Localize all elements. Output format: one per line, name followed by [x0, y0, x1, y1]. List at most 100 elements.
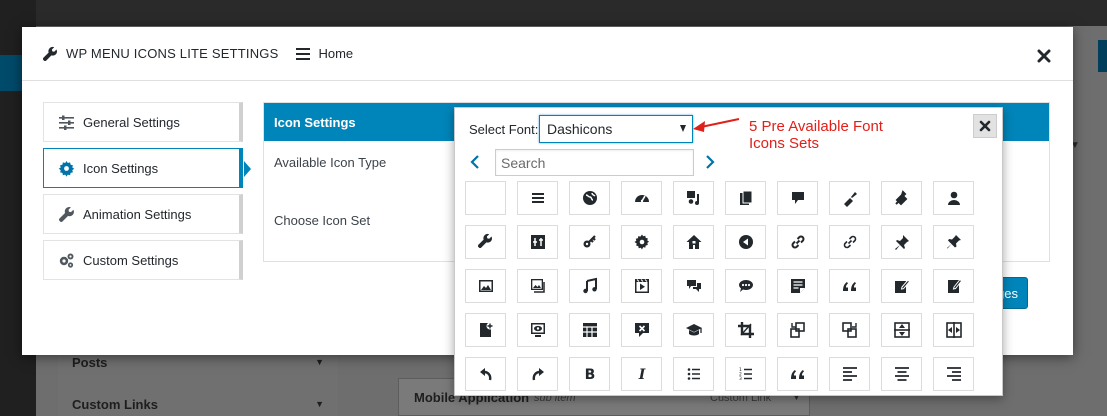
picker-close-button[interactable]: [973, 114, 997, 138]
icon-cell-edit-page[interactable]: [933, 269, 974, 303]
editor-alignright-icon: [946, 367, 961, 381]
chevron-left-icon[interactable]: [469, 154, 481, 170]
editor-italic-icon: I: [637, 367, 645, 383]
svg-text:B: B: [584, 367, 595, 383]
modal-header: WP MENU ICONS LITE SETTINGS Home: [22, 27, 1073, 81]
icon-cell-format-aside[interactable]: [777, 269, 818, 303]
image-flip-horizontal-icon: [945, 322, 962, 338]
tab-custom-settings[interactable]: Custom Settings: [43, 240, 243, 280]
icon-cell-image-flip-vertical[interactable]: [881, 313, 922, 347]
icon-cell-admin-home[interactable]: [673, 225, 714, 259]
wrench-icon: [42, 46, 57, 61]
format-video-icon: [634, 279, 649, 293]
icon-cell-editor-bold[interactable]: B: [569, 357, 610, 391]
gears-icon: [59, 253, 74, 268]
icon-cell-admin-site[interactable]: [569, 181, 610, 215]
font-select[interactable]: Dashicons: [539, 115, 693, 143]
pin-icon: [946, 235, 961, 249]
icon-cell-editor-italic[interactable]: I: [621, 357, 662, 391]
icon-cell-editor-aligncenter[interactable]: [881, 357, 922, 391]
icon-cell-editor-ul[interactable]: [673, 357, 714, 391]
welcome-widgets-icon: [582, 323, 597, 337]
icon-picker-popup: Select Font: Dashicons B I 123: [454, 107, 1003, 396]
icon-cell-menu[interactable]: [517, 181, 558, 215]
svg-text:3: 3: [739, 376, 742, 382]
icon-cell-admin-users[interactable]: [933, 181, 974, 215]
icon-cell-format-gallery[interactable]: [517, 269, 558, 303]
admin-plugins-icon: [894, 190, 907, 206]
icon-cell-editor-alignleft[interactable]: [829, 357, 870, 391]
icon-cell-welcome-learn-more[interactable]: [673, 313, 714, 347]
icon-cell-admin-comments[interactable]: [777, 181, 818, 215]
icon-cell-admin-links[interactable]: [777, 225, 818, 259]
icon-cell-welcome-add-page[interactable]: [465, 313, 506, 347]
tab-label: Animation Settings: [83, 206, 192, 222]
close-icon[interactable]: [1037, 49, 1051, 63]
icon-cell-editor-alignright[interactable]: [933, 357, 974, 391]
admin-settings-icon: [530, 235, 545, 249]
icon-cell-format-quote[interactable]: [829, 269, 870, 303]
menu-icon: [531, 193, 544, 203]
dashboard-icon: [634, 195, 649, 203]
welcome-add-page-icon: [479, 322, 493, 337]
editor-quote-icon: [790, 370, 804, 379]
icon-cell-admin-settings[interactable]: [517, 225, 558, 259]
icon-cell-admin-tools[interactable]: [465, 225, 506, 259]
icon-cell-undo[interactable]: [465, 357, 506, 391]
icon-cell-editor-ol[interactable]: 123: [725, 357, 766, 391]
format-status-icon: [738, 280, 753, 292]
icon-cell-admin-generic[interactable]: [621, 225, 662, 259]
icon-cell-welcome-view-site[interactable]: [517, 313, 558, 347]
admin-site-icon: [582, 191, 597, 205]
editor-ol-icon: 123: [739, 367, 752, 382]
close-icon: [979, 120, 991, 132]
editor-alignleft-icon: [842, 367, 857, 381]
tab-animation-settings[interactable]: Animation Settings: [43, 194, 243, 234]
icon-cell-admin-collapse[interactable]: [725, 225, 766, 259]
icon-cell-image-rotate-left[interactable]: [777, 313, 818, 347]
icon-cell-welcome-comments[interactable]: [621, 313, 662, 347]
icon-cell-dashboard[interactable]: [621, 181, 662, 215]
icon-cell-image-flip-horizontal[interactable]: [933, 313, 974, 347]
tab-icon-settings[interactable]: Icon Settings: [43, 148, 251, 188]
icon-cell-admin-network[interactable]: [569, 225, 610, 259]
admin-home-icon: [686, 235, 701, 249]
modal-title: WP MENU ICONS LITE SETTINGS: [66, 46, 279, 61]
icon-cell-editor-quote[interactable]: [777, 357, 818, 391]
redo-icon: [532, 368, 544, 381]
select-font-label: Select Font:: [469, 122, 539, 137]
icon-cell-format-audio[interactable]: [569, 269, 610, 303]
icon-search-input[interactable]: [495, 149, 694, 176]
available-icon-type-label: Available Icon Type: [274, 155, 387, 170]
welcome-comments-icon: [634, 323, 649, 337]
admin-page-icon: [739, 190, 752, 205]
editor-aligncenter-icon: [894, 367, 909, 381]
icon-cell-welcome-widgets[interactable]: [569, 313, 610, 347]
icon-cell-blank[interactable]: [465, 181, 506, 215]
annotation-arrow: [693, 118, 740, 132]
icon-cell-redo[interactable]: [517, 357, 558, 391]
icon-cell-image-crop[interactable]: [725, 313, 766, 347]
admin-topbar: [36, 0, 1107, 26]
icon-cell-admin-post[interactable]: [881, 225, 922, 259]
icon-cell-welcome-write-blog[interactable]: [881, 269, 922, 303]
icon-cell-format-image[interactable]: [465, 269, 506, 303]
triangle-down-icon: ▼: [315, 357, 324, 367]
icon-cell-format-status[interactable]: [725, 269, 766, 303]
home-link[interactable]: Home: [318, 46, 353, 61]
icon-cell-admin-plugins[interactable]: [881, 181, 922, 215]
icon-cell-admin-page[interactable]: [725, 181, 766, 215]
icon-cell-format-chat[interactable]: [673, 269, 714, 303]
icon-cell-format-links[interactable]: [829, 225, 870, 259]
tab-label: General Settings: [83, 114, 180, 130]
icon-cell-admin-media[interactable]: [673, 181, 714, 215]
chevron-right-icon[interactable]: [704, 154, 716, 170]
icon-cell-format-video[interactable]: [621, 269, 662, 303]
icon-cell-image-rotate-right[interactable]: [829, 313, 870, 347]
icon-cell-pin[interactable]: [933, 225, 974, 259]
editor-ul-icon: [687, 368, 700, 380]
icon-cell-admin-appearance[interactable]: [829, 181, 870, 215]
annotation-text: 5 Pre Available Font Icons Sets: [749, 118, 883, 152]
tab-general-settings[interactable]: General Settings: [43, 102, 243, 142]
hamburger-icon: [296, 47, 311, 60]
